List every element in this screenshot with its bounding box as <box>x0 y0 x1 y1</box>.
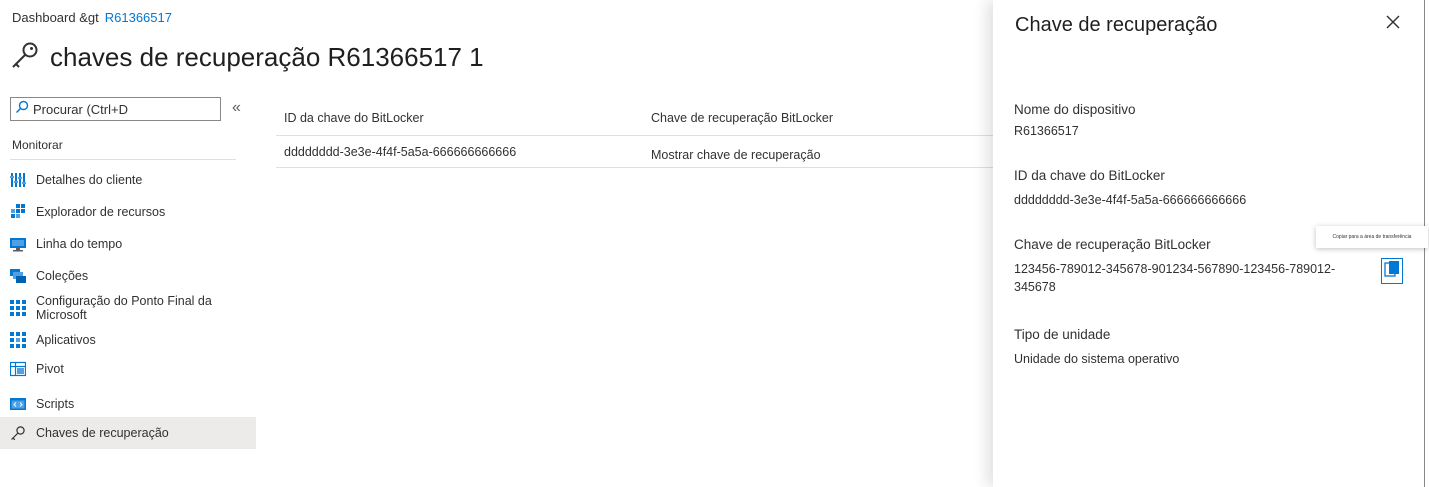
show-recovery-key-link[interactable]: Mostrar chave de recuperação <box>651 142 996 162</box>
breadcrumb-dashboard[interactable]: Dashboard &gt <box>12 10 99 25</box>
resource-explorer-icon <box>10 204 26 220</box>
sidebar-item-label: Coleções <box>36 269 89 283</box>
pivot-icon <box>10 361 26 377</box>
collections-icon <box>10 268 26 284</box>
recovery-key-value-line2: 345678 <box>1014 280 1056 294</box>
panel-title: Chave de recuperação <box>1015 14 1218 36</box>
nav-divider <box>10 159 236 160</box>
column-header-key-id[interactable]: ID da chave do BitLocker <box>276 111 651 125</box>
sidebar-item-recovery-keys[interactable]: Chaves de recuperação <box>0 417 256 449</box>
drive-type-label: Tipo de unidade <box>1014 327 1111 342</box>
close-icon[interactable] <box>1383 12 1403 32</box>
sidebar-item-label: Detalhes do cliente <box>36 173 143 187</box>
column-header-recovery-key[interactable]: Chave de recuperação BitLocker <box>651 111 996 125</box>
table-row[interactable]: dddddddd-3e3e-4f4f-5a5a-666666666666 Mos… <box>276 136 996 168</box>
timeline-icon <box>10 236 26 252</box>
page-header: chaves de recuperação R61366517 1 <box>10 40 484 75</box>
nav-section-monitor: Monitorar <box>12 138 63 152</box>
key-id-label: ID da chave do BitLocker <box>1014 168 1165 183</box>
collapse-sidebar-icon[interactable]: « <box>232 99 241 117</box>
sidebar-item-endpoint-config[interactable]: Configuração do Ponto Final da Microsoft <box>0 292 256 324</box>
sidebar-item-label: Scripts <box>36 397 75 411</box>
breadcrumb: Dashboard &gt R61366517 <box>12 10 172 25</box>
sidebar-item-client-details[interactable]: Detalhes do cliente <box>0 164 256 196</box>
recovery-key-panel: Chave de recuperação Nome do dispositivo… <box>993 0 1429 487</box>
recovery-key-value-line1: 123456-789012-345678-901234-567890-12345… <box>1014 262 1336 276</box>
device-name-value: R61366517 <box>1014 124 1079 138</box>
key-icon <box>10 425 26 441</box>
search-input[interactable] <box>33 101 213 117</box>
page-title: chaves de recuperação R61366517 1 <box>50 42 484 72</box>
sidebar-item-timeline[interactable]: Linha do tempo <box>0 228 256 260</box>
sidebar-item-label: Explorador de recursos <box>36 205 166 219</box>
sidebar-item-label: Aplicativos <box>36 333 96 347</box>
cell-key-id: dddddddd-3e3e-4f4f-5a5a-666666666666 <box>284 144 517 159</box>
copy-tooltip: Copiar para a área de transferência <box>1316 226 1428 248</box>
search-box[interactable] <box>10 97 221 121</box>
sidebar-item-resource-explorer[interactable]: Explorador de recursos <box>0 196 256 228</box>
table-header: ID da chave do BitLocker Chave de recupe… <box>276 100 996 136</box>
search-icon <box>15 100 29 119</box>
device-name-label: Nome do dispositivo <box>1014 102 1136 117</box>
endpoint-config-icon <box>10 300 26 316</box>
copy-icon <box>1384 260 1400 283</box>
sidebar-item-pivot[interactable]: Pivot <box>0 353 256 385</box>
scripts-icon <box>10 396 26 412</box>
breadcrumb-device[interactable]: R61366517 <box>105 10 172 25</box>
sidebar-item-label: Pivot <box>36 362 64 376</box>
client-details-icon <box>10 172 26 188</box>
sidebar-item-label: Configuração do Ponto Final da Microsoft <box>36 294 212 322</box>
sidebar-item-collections[interactable]: Coleções <box>0 260 256 292</box>
sidebar-item-apps[interactable]: Aplicativos <box>0 324 256 356</box>
sidebar-item-scripts[interactable]: Scripts <box>0 388 256 420</box>
key-icon <box>10 40 40 75</box>
recovery-keys-table: ID da chave do BitLocker Chave de recupe… <box>276 100 996 168</box>
recovery-key-label: Chave de recuperação BitLocker <box>1014 237 1211 252</box>
copy-to-clipboard-button[interactable] <box>1381 258 1403 284</box>
apps-icon <box>10 332 26 348</box>
sidebar-item-label: Chaves de recuperação <box>36 426 169 440</box>
key-id-value: dddddddd-3e3e-4f4f-5a5a-666666666666 <box>1014 193 1247 207</box>
sidebar-item-label: Linha do tempo <box>36 237 123 251</box>
drive-type-value: Unidade do sistema operativo <box>1014 352 1180 366</box>
recovery-key-value: 123456-789012-345678-901234-567890-12345… <box>1014 260 1335 296</box>
